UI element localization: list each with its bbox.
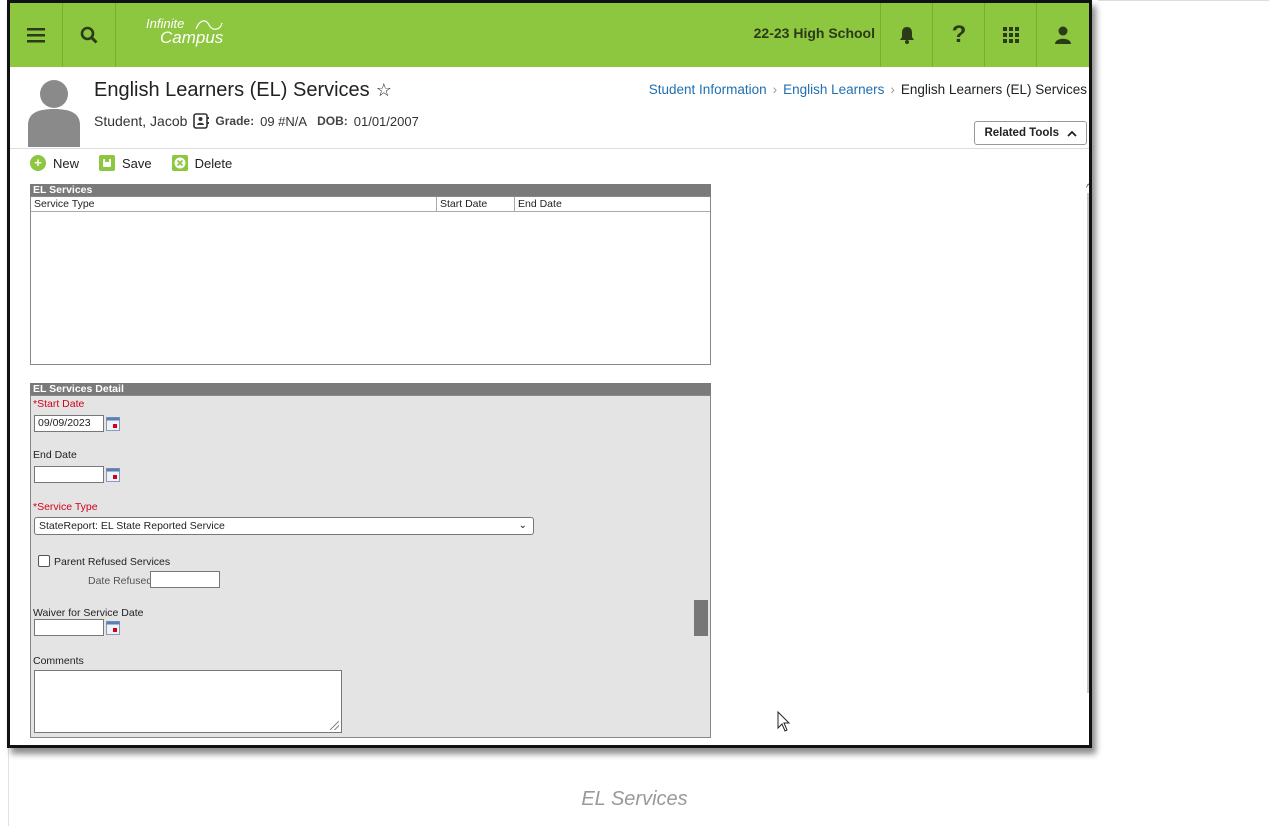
breadcrumb-student-information[interactable]: Student Information bbox=[649, 82, 767, 97]
service-type-label: *Service Type bbox=[33, 501, 98, 513]
top-bar: Infinite Campus 22-23 High School ? bbox=[10, 3, 1089, 67]
end-date-input[interactable] bbox=[34, 466, 104, 483]
chevron-down-icon: ⌄ bbox=[518, 520, 527, 531]
page-scrollbar[interactable] bbox=[1087, 193, 1089, 693]
calendar-icon[interactable] bbox=[106, 417, 120, 431]
school-selector[interactable]: 22-23 High School bbox=[754, 25, 875, 41]
mouse-cursor-icon bbox=[777, 711, 791, 732]
top-divider bbox=[1098, 0, 1269, 1]
search-icon bbox=[80, 26, 98, 44]
column-start-date[interactable]: Start Date bbox=[437, 197, 515, 211]
user-icon bbox=[1055, 26, 1071, 44]
el-services-detail-header: EL Services Detail bbox=[30, 383, 711, 395]
column-service-type[interactable]: Service Type bbox=[31, 197, 437, 211]
waiver-label: Waiver for Service Date bbox=[33, 607, 144, 619]
el-services-table: Service Type Start Date End Date bbox=[30, 196, 711, 365]
comments-label: Comments bbox=[33, 655, 84, 667]
plus-circle-icon: + bbox=[30, 155, 46, 171]
student-name: Student, Jacob bbox=[94, 113, 188, 129]
start-date-input[interactable]: 09/09/2023 bbox=[34, 415, 104, 432]
app-switcher-button[interactable] bbox=[984, 3, 1037, 67]
student-info: Student, Jacob Grade: 09 #N/A DOB: 01/01… bbox=[94, 113, 423, 129]
breadcrumb: Student Information › English Learners › Eng… bbox=[649, 82, 1087, 97]
delete-icon bbox=[171, 155, 188, 171]
related-tools-label: Related Tools bbox=[984, 127, 1059, 139]
table-header: Service Type Start Date End Date bbox=[31, 197, 710, 212]
student-avatar bbox=[28, 80, 80, 147]
date-refused-label: Date Refused: bbox=[88, 575, 156, 587]
el-services-header: EL Services bbox=[30, 184, 711, 196]
notifications-button[interactable] bbox=[880, 3, 933, 67]
end-date-label: End Date bbox=[33, 449, 77, 461]
infinity-loop-icon bbox=[195, 20, 223, 30]
dob-value: 01/01/2007 bbox=[353, 113, 419, 129]
chevron-up-icon bbox=[1067, 130, 1077, 137]
related-tools-button[interactable]: Related Tools bbox=[974, 121, 1087, 145]
page-title-text: English Learners (EL) Services bbox=[94, 79, 370, 101]
save-icon bbox=[99, 155, 116, 171]
logo-line2: Campus bbox=[160, 28, 224, 47]
parent-refused-checkbox[interactable] bbox=[38, 555, 50, 567]
calendar-icon[interactable] bbox=[106, 468, 120, 482]
dob-label: DOB: bbox=[317, 114, 348, 128]
save-button[interactable]: Save bbox=[99, 155, 152, 171]
start-date-label: *Start Date bbox=[33, 398, 85, 410]
menu-button[interactable] bbox=[10, 3, 63, 67]
bell-icon bbox=[900, 27, 914, 44]
waiver-date-input[interactable] bbox=[34, 619, 104, 636]
favorite-star-icon[interactable]: ☆ bbox=[376, 80, 392, 100]
service-type-select[interactable]: StateReport: EL State Reported Service ⌄ bbox=[34, 517, 534, 535]
help-button[interactable]: ? bbox=[932, 3, 985, 67]
new-button[interactable]: + New bbox=[30, 155, 79, 171]
header-divider bbox=[10, 148, 1089, 149]
search-button[interactable] bbox=[63, 3, 116, 67]
resize-grip-icon[interactable] bbox=[330, 721, 339, 730]
help-icon: ? bbox=[951, 21, 967, 48]
date-refused-input[interactable] bbox=[150, 571, 220, 588]
service-type-value: StateReport: EL State Reported Service bbox=[39, 520, 225, 532]
app-window: Infinite Campus 22-23 High School ? Engl… bbox=[7, 0, 1092, 748]
figure-caption: EL Services bbox=[581, 788, 688, 810]
hamburger-icon bbox=[27, 28, 45, 43]
save-label: Save bbox=[122, 155, 152, 171]
action-toolbar: + New Save Delete bbox=[30, 155, 252, 171]
contact-card-icon[interactable] bbox=[193, 113, 210, 129]
grid-icon bbox=[1003, 27, 1019, 43]
grade-label: Grade: bbox=[215, 114, 255, 128]
comments-textarea[interactable] bbox=[34, 670, 342, 733]
calendar-icon[interactable] bbox=[106, 621, 120, 635]
detail-scrollbar-thumb[interactable] bbox=[694, 600, 708, 636]
column-end-date[interactable]: End Date bbox=[515, 197, 710, 211]
grade-value: 09 #N/A bbox=[260, 113, 308, 129]
delete-button[interactable]: Delete bbox=[171, 155, 233, 171]
breadcrumb-current: English Learners (EL) Services bbox=[900, 82, 1087, 97]
user-account-button[interactable] bbox=[1036, 3, 1089, 67]
breadcrumb-english-learners[interactable]: English Learners bbox=[783, 82, 884, 97]
delete-label: Delete bbox=[194, 155, 233, 171]
chevron-right-icon: › bbox=[772, 82, 778, 97]
new-label: New bbox=[53, 155, 80, 171]
infinite-campus-logo[interactable]: Infinite Campus bbox=[146, 17, 224, 47]
parent-refused-label: Parent Refused Services bbox=[54, 556, 171, 568]
page-title: English Learners (EL) Services ☆ bbox=[94, 79, 392, 102]
el-services-detail-form: *Start Date 09/09/2023 End Date *Service… bbox=[30, 395, 711, 738]
chevron-right-icon: › bbox=[890, 82, 895, 97]
